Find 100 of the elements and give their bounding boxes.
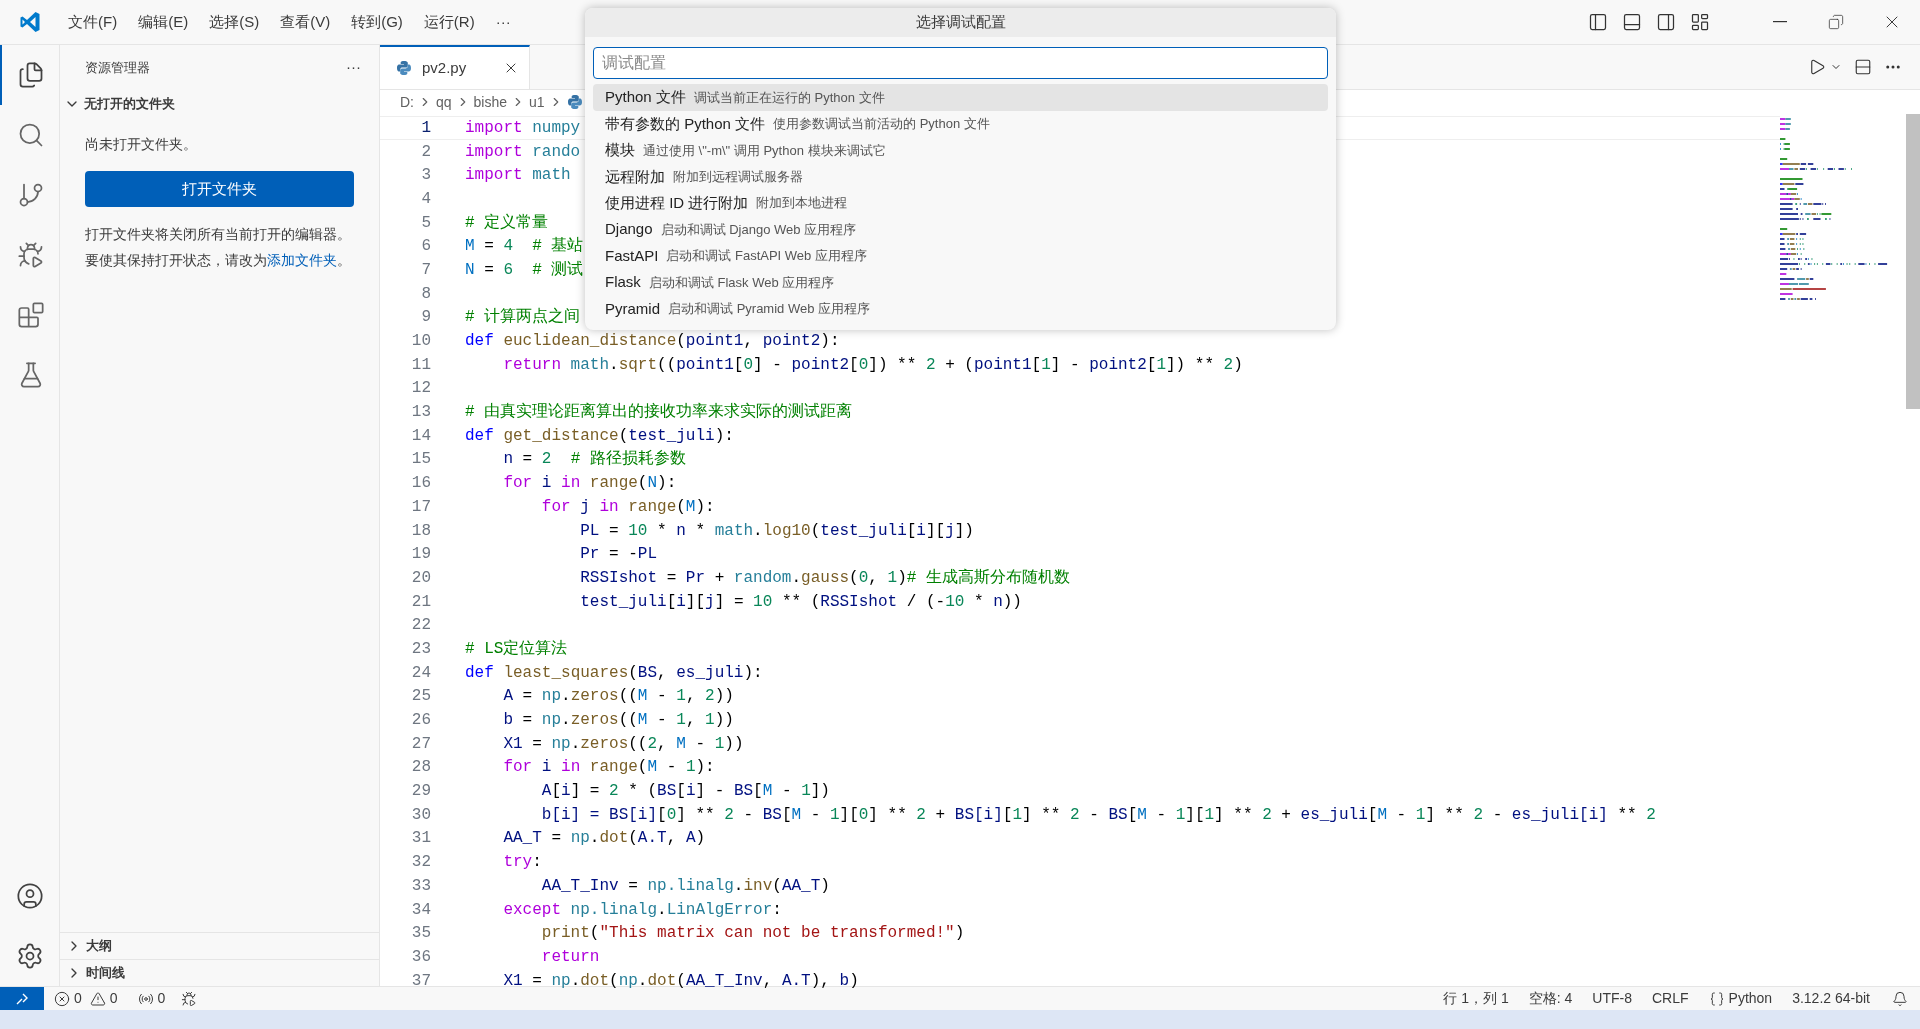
code-line: def euclidean_distance(point1, point2): xyxy=(465,331,840,353)
line-ending-button[interactable]: CRLF xyxy=(1642,988,1699,1009)
layout-icon[interactable] xyxy=(1690,12,1710,32)
breadcrumb-item[interactable]: qq xyxy=(436,91,452,113)
section-header[interactable]: 无打开的文件夹 xyxy=(60,90,379,118)
line-number: 33 xyxy=(410,875,431,897)
panel-toggle-icon[interactable] xyxy=(1622,12,1642,32)
line-number: 15 xyxy=(410,449,431,471)
line-number: 22 xyxy=(410,615,431,637)
code-line: # LS定位算法 xyxy=(465,638,568,660)
notifications-icon[interactable] xyxy=(1892,990,1908,1007)
item-description: 通过使用 \"-m\" 调用 Python 模块来调试它 xyxy=(643,141,886,160)
python-icon xyxy=(566,94,583,110)
quick-pick-item[interactable]: FastAPI 启动和调试 FastAPI Web 应用程序 xyxy=(593,242,1328,270)
line-number: 7 xyxy=(420,259,431,281)
breadcrumb-item[interactable]: bishe xyxy=(473,91,508,113)
debug-icon[interactable] xyxy=(181,990,198,1007)
code-line: # 由真实理论距离算出的接收功率来求实际的测试距离 xyxy=(465,402,853,424)
run-icon[interactable] xyxy=(1808,58,1826,76)
error-icon xyxy=(54,990,70,1007)
search-field[interactable]: 调试配置 xyxy=(593,46,1328,80)
item-label: 模块 xyxy=(605,140,635,161)
quick-pick-item[interactable]: 模块 通过使用 \"-m\" 调用 Python 模块来调试它 xyxy=(593,137,1328,164)
sidebar-title: 资源管理器 xyxy=(85,58,150,77)
section-header[interactable]: 大纲 xyxy=(60,932,379,959)
line-number: 28 xyxy=(410,757,431,779)
line-number: 8 xyxy=(420,283,431,305)
code-line: b = np.zeros((M - 1, 1)) xyxy=(502,710,734,732)
minimize-icon xyxy=(1773,21,1787,23)
quick-pick-item[interactable]: Python 文件 调试当前正在运行的 Python 文件 xyxy=(593,84,1328,111)
language-button[interactable]: Python xyxy=(1698,988,1783,1009)
item-label: 使用进程 ID 进行附加 xyxy=(605,193,749,213)
code-line: AA_T = np.dot(A.T, A) xyxy=(502,828,706,850)
secondary-sidebar-icon[interactable] xyxy=(1656,12,1676,32)
line-number: 5 xyxy=(420,212,431,234)
encoding-button[interactable]: UTF-8 xyxy=(1582,988,1642,1009)
breadcrumb-item[interactable]: u1 xyxy=(529,91,545,113)
code-line: return math.sqrt((point1[0] - point2[0]) ** 2 + (point1[1] - point2[1]) ** 2) xyxy=(502,354,1243,376)
quick-pick-item[interactable]: Flask 启动和调试 Flask Web 应用程序 xyxy=(593,269,1328,296)
line-number: 13 xyxy=(410,402,431,424)
item-label: FastAPI xyxy=(605,245,659,266)
menu-item[interactable]: 文件(F) xyxy=(60,7,126,37)
menu-item[interactable]: ··· xyxy=(487,7,519,37)
menu-item[interactable]: 运行(R) xyxy=(415,7,483,37)
indentation-button[interactable]: 空格: 4 xyxy=(1518,988,1583,1009)
line-number: 25 xyxy=(410,686,431,708)
warning-icon xyxy=(89,990,106,1007)
line-number: 31 xyxy=(410,828,431,850)
quick-pick-item[interactable]: 带有参数的 Python 文件 使用参数调试当前活动的 Python 文件 xyxy=(593,110,1328,138)
python-icon xyxy=(396,60,412,76)
add-folder-link[interactable]: 添加文件夹 xyxy=(267,252,337,268)
code-line: n = 2 # 路径损耗参数 xyxy=(502,449,686,471)
line-number: 4 xyxy=(420,188,431,210)
code-line: # 定义常量 xyxy=(465,212,549,234)
bug-play-icon xyxy=(16,241,45,269)
line-number: 9 xyxy=(420,307,431,329)
split-editor-icon[interactable] xyxy=(1854,58,1872,76)
ports-button[interactable]: 0 xyxy=(127,988,176,1009)
more-actions-button[interactable]: ··· xyxy=(342,56,365,79)
code-line: import math xyxy=(465,165,571,187)
quick-pick-item[interactable]: Django 启动和调试 Django Web 应用程序 xyxy=(593,216,1328,243)
line-number: 17 xyxy=(410,496,431,518)
menu-item[interactable]: 查看(V) xyxy=(272,7,339,37)
code-line: M = 4 # 基站 xyxy=(465,236,584,258)
line-number: 18 xyxy=(410,520,431,542)
sidebar-toggle-icon[interactable] xyxy=(1588,12,1608,32)
line-number: 27 xyxy=(410,733,431,755)
menu-item[interactable]: 转到(G) xyxy=(343,7,411,37)
menu-item[interactable]: 编辑(E) xyxy=(130,7,197,37)
quick-pick-item[interactable]: 远程附加 附加到远程调试服务器 xyxy=(593,163,1328,191)
code-line: Pr = -PL xyxy=(579,544,658,566)
account-icon xyxy=(15,882,44,910)
open-folder-button[interactable]: 打开文件夹 xyxy=(85,171,354,207)
line-number: 6 xyxy=(420,236,431,258)
problems-button[interactable]: 0 0 xyxy=(44,988,128,1009)
interpreter-button[interactable]: 3.12.2 64-bit xyxy=(1782,988,1880,1009)
remote-button[interactable] xyxy=(0,987,44,1010)
code-line: RSSIshot = Pr + random.gauss(0, 1)# 生成高斯分布随机数 xyxy=(579,567,1070,589)
code-line: return xyxy=(540,946,600,968)
cursor-position[interactable]: 行 1，列 1 xyxy=(1433,988,1519,1009)
code-line: A[i] = 2 * (BS[i] - BS[M - 1]) xyxy=(540,781,830,803)
empty-message: 尚未打开文件夹。 xyxy=(85,135,198,154)
item-description: 附加到远程调试服务器 xyxy=(673,168,803,187)
quick-pick-item[interactable]: Pyramid 启动和调试 Pyramid Web 应用程序 xyxy=(593,295,1328,322)
scrollbar-thumb[interactable] xyxy=(1906,114,1920,409)
code-line: import rando xyxy=(465,141,581,163)
code-line: for j in range(M): xyxy=(540,496,715,518)
code-line: def least_squares(BS, es_juli): xyxy=(465,662,763,684)
line-number: 21 xyxy=(410,591,431,613)
menu-item[interactable]: 选择(S) xyxy=(201,7,268,37)
code-line: for i in range(M - 1): xyxy=(502,757,715,779)
breadcrumb-item[interactable]: D: xyxy=(400,91,414,113)
line-number: 16 xyxy=(410,473,431,495)
quick-pick-item[interactable]: 使用进程 ID 进行附加 附加到本地进程 xyxy=(593,190,1328,217)
item-description: 启动和调试 Django Web 应用程序 xyxy=(660,220,857,239)
tab-label: pv2.py xyxy=(422,57,468,78)
code-line: test_juli[i][j] = 10 ** (RSSIshot / (-10 * n)) xyxy=(579,591,1022,613)
editor-tab[interactable]: pv2.py xyxy=(380,45,530,89)
item-label: Pyramid xyxy=(605,298,660,319)
code-line: try: xyxy=(502,852,542,874)
